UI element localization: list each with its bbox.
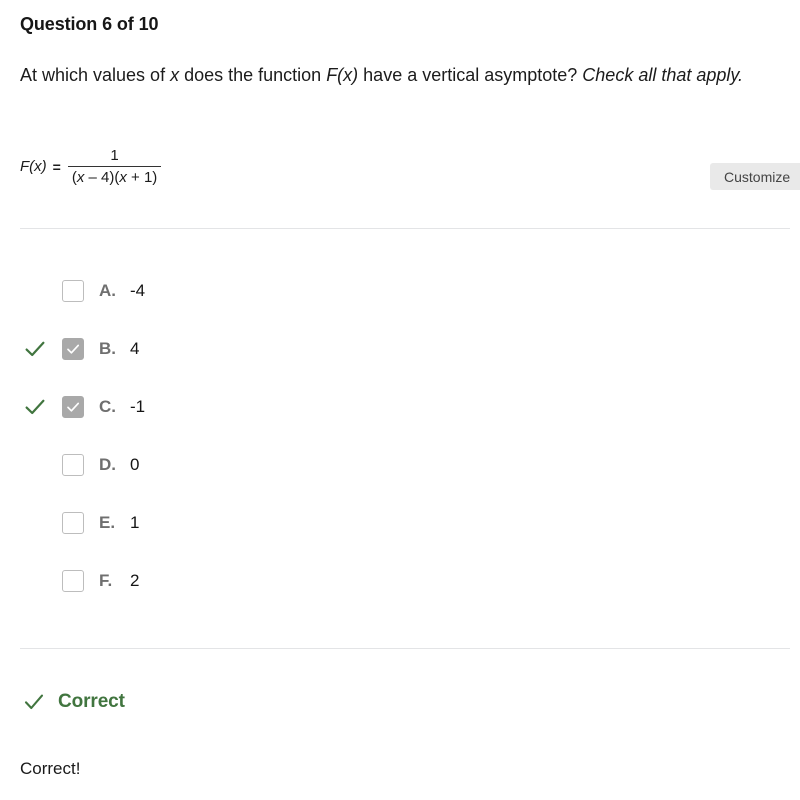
option-letter: F. — [99, 571, 113, 590]
option-value: 2 — [130, 571, 140, 590]
option-value: 4 — [130, 339, 140, 358]
checkbox-unchecked[interactable] — [62, 454, 84, 476]
checkbox-unchecked[interactable] — [62, 512, 84, 534]
prompt-text-3: have a vertical asymptote? — [358, 65, 583, 85]
prompt-variable-x: x — [170, 65, 180, 85]
checkbox-checked[interactable] — [62, 396, 84, 418]
denominator-var-2: x — [119, 169, 127, 186]
option-value: -4 — [130, 281, 146, 300]
function-formula: F(x) = 1 (x – 4)(x + 1) — [20, 147, 162, 185]
prompt-function-fx: F(x) — [326, 65, 359, 85]
divider-bottom — [20, 648, 790, 649]
checkbox-unchecked[interactable] — [62, 570, 84, 592]
option-row[interactable]: D. 0 — [0, 436, 400, 494]
option-letter: D. — [99, 455, 116, 474]
option-value: 0 — [130, 455, 140, 474]
option-row[interactable]: E. 1 — [0, 494, 400, 552]
answer-options-list: A. -4 B. 4 C. -1 D. 0 E. 1 F. 2 — [0, 262, 400, 610]
formula-left-side: F(x) — [20, 158, 47, 175]
option-row[interactable]: A. -4 — [0, 262, 400, 320]
formula-equals-sign: = — [52, 158, 61, 175]
prompt-instruction: Check all that apply. — [582, 65, 744, 85]
option-row[interactable]: F. 2 — [0, 552, 400, 610]
prompt-text-2: does the function — [179, 65, 327, 85]
customize-button[interactable]: Customize — [710, 163, 800, 190]
option-letter: B. — [99, 339, 116, 358]
denominator-mid-2: + 1) — [126, 169, 158, 186]
checkbox-unchecked[interactable] — [62, 280, 84, 302]
quiz-question-page: Question 6 of 10 At which values of x do… — [0, 0, 800, 800]
result-banner: Correct — [20, 688, 125, 716]
option-letter: A. — [99, 281, 116, 300]
denominator-mid-1: – 4)( — [84, 169, 120, 186]
checkbox-checked[interactable] — [62, 338, 84, 360]
page-title: Question 6 of 10 — [20, 14, 159, 34]
result-detail-text: Correct! — [20, 759, 81, 778]
fraction-denominator: (x – 4)(x + 1) — [68, 167, 161, 185]
option-letter: C. — [99, 397, 116, 416]
divider-top — [20, 228, 790, 229]
fraction-numerator: 1 — [110, 147, 119, 164]
option-row[interactable]: B. 4 — [0, 320, 400, 378]
formula-fraction: 1 (x – 4)(x + 1) — [67, 147, 162, 185]
option-row[interactable]: C. -1 — [0, 378, 400, 436]
question-prompt: At which values of x does the function F… — [20, 62, 785, 88]
check-icon — [20, 688, 48, 716]
correct-check-icon — [22, 336, 48, 362]
correct-check-icon — [22, 394, 48, 420]
option-value: 1 — [130, 513, 140, 532]
prompt-text-1: At which values of — [20, 65, 171, 85]
option-value: -1 — [130, 397, 146, 416]
result-status-label: Correct — [58, 691, 125, 712]
option-letter: E. — [99, 513, 116, 532]
